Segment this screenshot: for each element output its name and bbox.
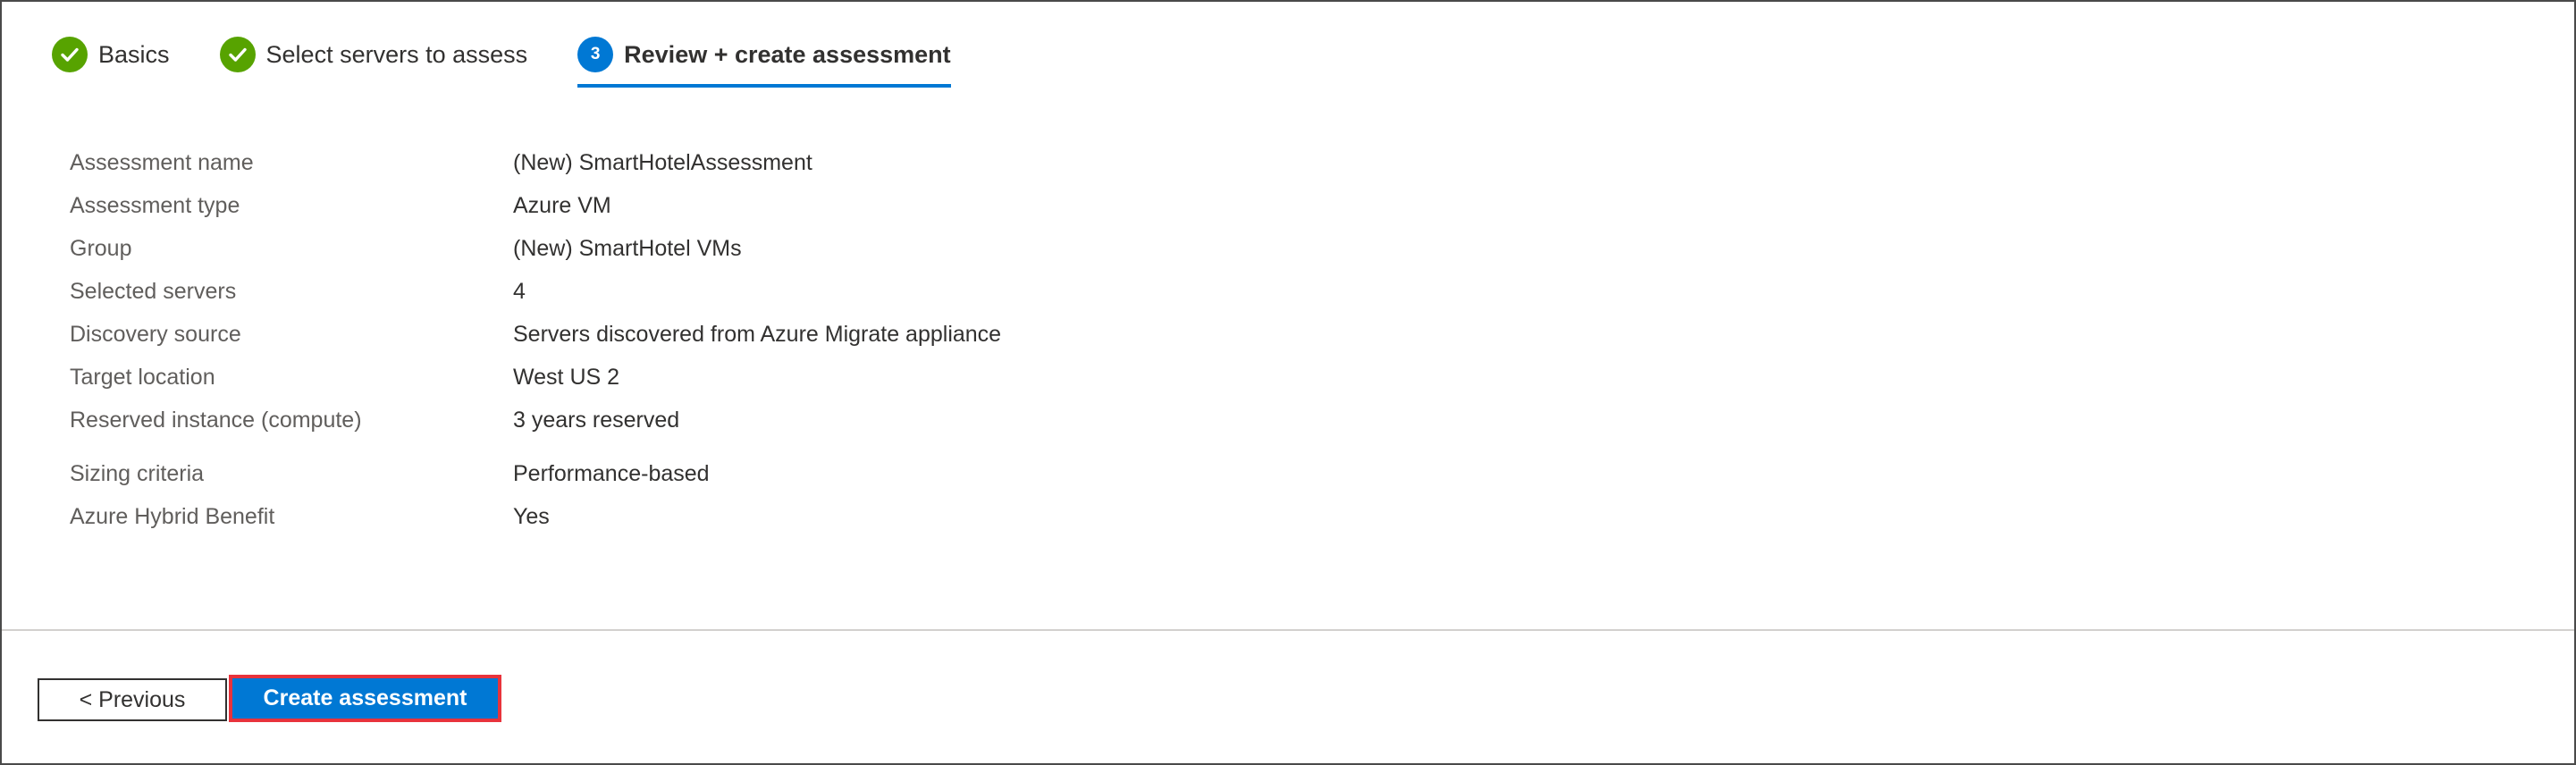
- wizard-steps: Basics Select servers to assess 3 Review…: [52, 32, 1001, 88]
- summary-label: Sizing criteria: [70, 461, 205, 486]
- checkmark-icon: [219, 37, 256, 72]
- summary-value: Performance-based: [513, 461, 710, 486]
- summary-row: Selected servers 4: [70, 270, 1001, 313]
- summary-label: Target location: [70, 365, 215, 390]
- step-select-servers[interactable]: Select servers to assess: [219, 32, 528, 77]
- summary-row: Sizing criteria Performance-based: [70, 452, 1001, 495]
- checkmark-icon: [52, 37, 88, 72]
- summary-label: Assessment type: [70, 193, 240, 218]
- step-number-badge: 3: [577, 37, 614, 72]
- summary-row: Assessment name (New) SmartHotelAssessme…: [70, 141, 1001, 184]
- summary-value: 4: [513, 279, 526, 304]
- wizard-frame: Basics Select servers to assess 3 Review…: [0, 0, 2576, 765]
- summary-value: Servers discovered from Azure Migrate ap…: [513, 322, 1002, 347]
- summary-row: Assessment type Azure VM: [70, 184, 1001, 227]
- summary-value: Yes: [513, 504, 550, 529]
- summary-label: Selected servers: [70, 279, 237, 304]
- summary-label: Assessment name: [70, 150, 254, 175]
- summary-value: Azure VM: [513, 193, 611, 218]
- previous-button[interactable]: < Previous: [38, 678, 227, 721]
- summary-row: Azure Hybrid Benefit Yes: [70, 495, 1001, 538]
- footer-divider: [2, 629, 2574, 631]
- step-basics[interactable]: Basics: [52, 32, 170, 77]
- summary-label: Reserved instance (compute): [70, 408, 362, 433]
- step-label: Select servers to assess: [265, 40, 528, 68]
- step-label: Review + create assessment: [624, 40, 951, 68]
- summary-value: 3 years reserved: [513, 408, 680, 433]
- summary-value: (New) SmartHotel VMs: [513, 236, 742, 261]
- summary-label: Azure Hybrid Benefit: [70, 504, 275, 529]
- create-assessment-button[interactable]: Create assessment: [232, 678, 498, 719]
- summary-row: Discovery source Servers discovered from…: [70, 313, 1001, 356]
- step-review-create[interactable]: 3 Review + create assessment: [577, 32, 951, 88]
- summary-label: Group: [70, 236, 132, 261]
- summary-row: Reserved instance (compute) 3 years rese…: [70, 399, 1001, 441]
- summary-value: West US 2: [513, 365, 620, 390]
- step-label: Basics: [98, 40, 170, 68]
- summary-value: (New) SmartHotelAssessment: [513, 150, 812, 175]
- assessment-summary: Assessment name (New) SmartHotelAssessme…: [70, 141, 1001, 538]
- summary-row: Target location West US 2: [70, 356, 1001, 399]
- summary-label: Discovery source: [70, 322, 241, 347]
- summary-row: Group (New) SmartHotel VMs: [70, 227, 1001, 270]
